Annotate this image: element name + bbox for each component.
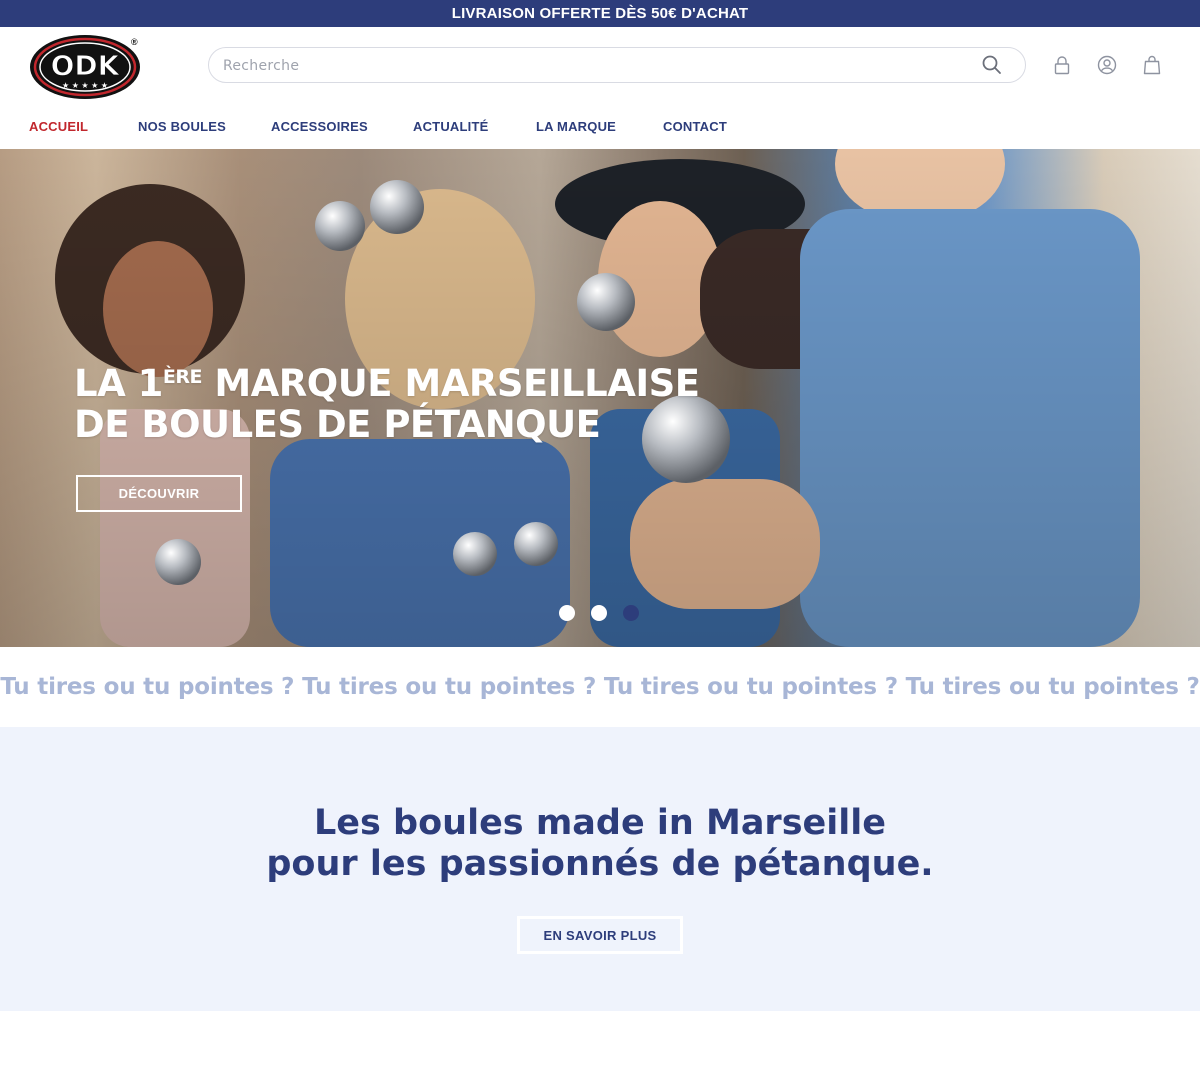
slide-dot-1[interactable] <box>559 605 575 621</box>
registered-mark: ® <box>131 37 138 47</box>
slide-dot-2[interactable] <box>591 605 607 621</box>
hero-slider: LA 1ÈRE MARQUE MARSEILLAISE DE BOULES DE… <box>0 149 1200 647</box>
petanque-ball <box>155 539 201 585</box>
shopping-bag-icon[interactable] <box>1142 55 1162 75</box>
marquee-text: Tu tires ou tu pointes ? Tu tires ou tu … <box>0 674 1200 700</box>
discover-button[interactable]: DÉCOUVRIR <box>76 475 242 512</box>
slide-dot-3[interactable] <box>623 605 639 621</box>
search-input[interactable] <box>221 48 965 84</box>
petanque-ball <box>370 180 424 234</box>
logo-stars: ★ ★ ★ ★ ★ <box>62 81 108 90</box>
learn-more-button[interactable]: EN SAVOIR PLUS <box>517 916 683 954</box>
nav-item-accueil[interactable]: ACCUEIL <box>29 119 88 134</box>
announcement-bar: LIVRAISON OFFERTE DÈS 50€ D'ACHAT <box>0 0 1200 27</box>
promo-title-line-1: Les boules made in Marseille <box>314 803 886 843</box>
hero-title-line-1: LA 1ÈRE MARQUE MARSEILLAISE <box>74 362 700 405</box>
hero-title-line-2: DE BOULES DE PÉTANQUE <box>74 403 601 446</box>
search-icon[interactable] <box>981 54 1003 76</box>
promo-title-line-2: pour les passionnés de pétanque. <box>266 844 934 884</box>
logo-wordmark: ODK <box>51 49 121 82</box>
petanque-ball <box>577 273 635 331</box>
lock-icon[interactable] <box>1052 55 1072 75</box>
nav-item-actualite[interactable]: ACTUALITÉ <box>413 119 488 134</box>
hero-title: LA 1ÈRE MARQUE MARSEILLAISE DE BOULES DE… <box>74 357 700 445</box>
nav-item-contact[interactable]: CONTACT <box>663 119 727 134</box>
promo-title: Les boules made in Marseille pour les pa… <box>0 803 1200 885</box>
main-nav: ACCUEIL NOS BOULES ACCESSOIRES ACTUALITÉ… <box>0 105 1200 149</box>
site-header: ODK ★ ★ ★ ★ ★ ® <box>0 27 1200 105</box>
search-bar <box>208 47 1026 84</box>
petanque-ball <box>453 532 497 576</box>
announcement-text: LIVRAISON OFFERTE DÈS 50€ D'ACHAT <box>451 5 749 22</box>
nav-item-nos-boules[interactable]: NOS BOULES <box>138 119 226 134</box>
nav-item-accessoires[interactable]: ACCESSOIRES <box>271 119 368 134</box>
petanque-ball <box>514 522 558 566</box>
user-account-icon[interactable] <box>1097 55 1117 75</box>
tagline-marquee: Tu tires ou tu pointes ? Tu tires ou tu … <box>0 647 1200 727</box>
odk-logo: ODK ★ ★ ★ ★ ★ <box>30 35 140 99</box>
petanque-ball <box>315 201 365 251</box>
nav-item-la-marque[interactable]: LA MARQUE <box>536 119 616 134</box>
about-promo-section: Les boules made in Marseille pour les pa… <box>0 727 1200 1011</box>
